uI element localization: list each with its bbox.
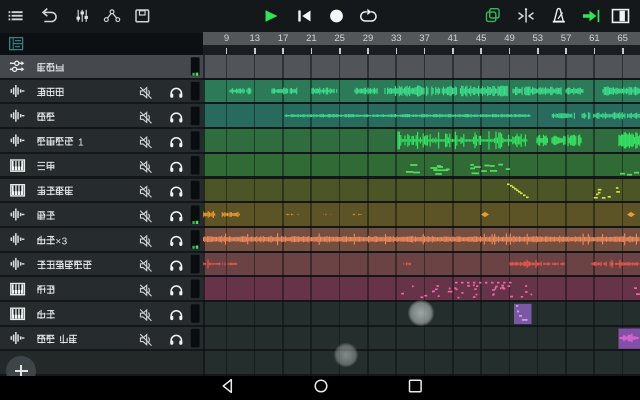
svg-text:1: 1 <box>78 138 84 149</box>
svg-text:3: 3 <box>62 237 68 248</box>
svg-text:×: × <box>55 237 61 248</box>
